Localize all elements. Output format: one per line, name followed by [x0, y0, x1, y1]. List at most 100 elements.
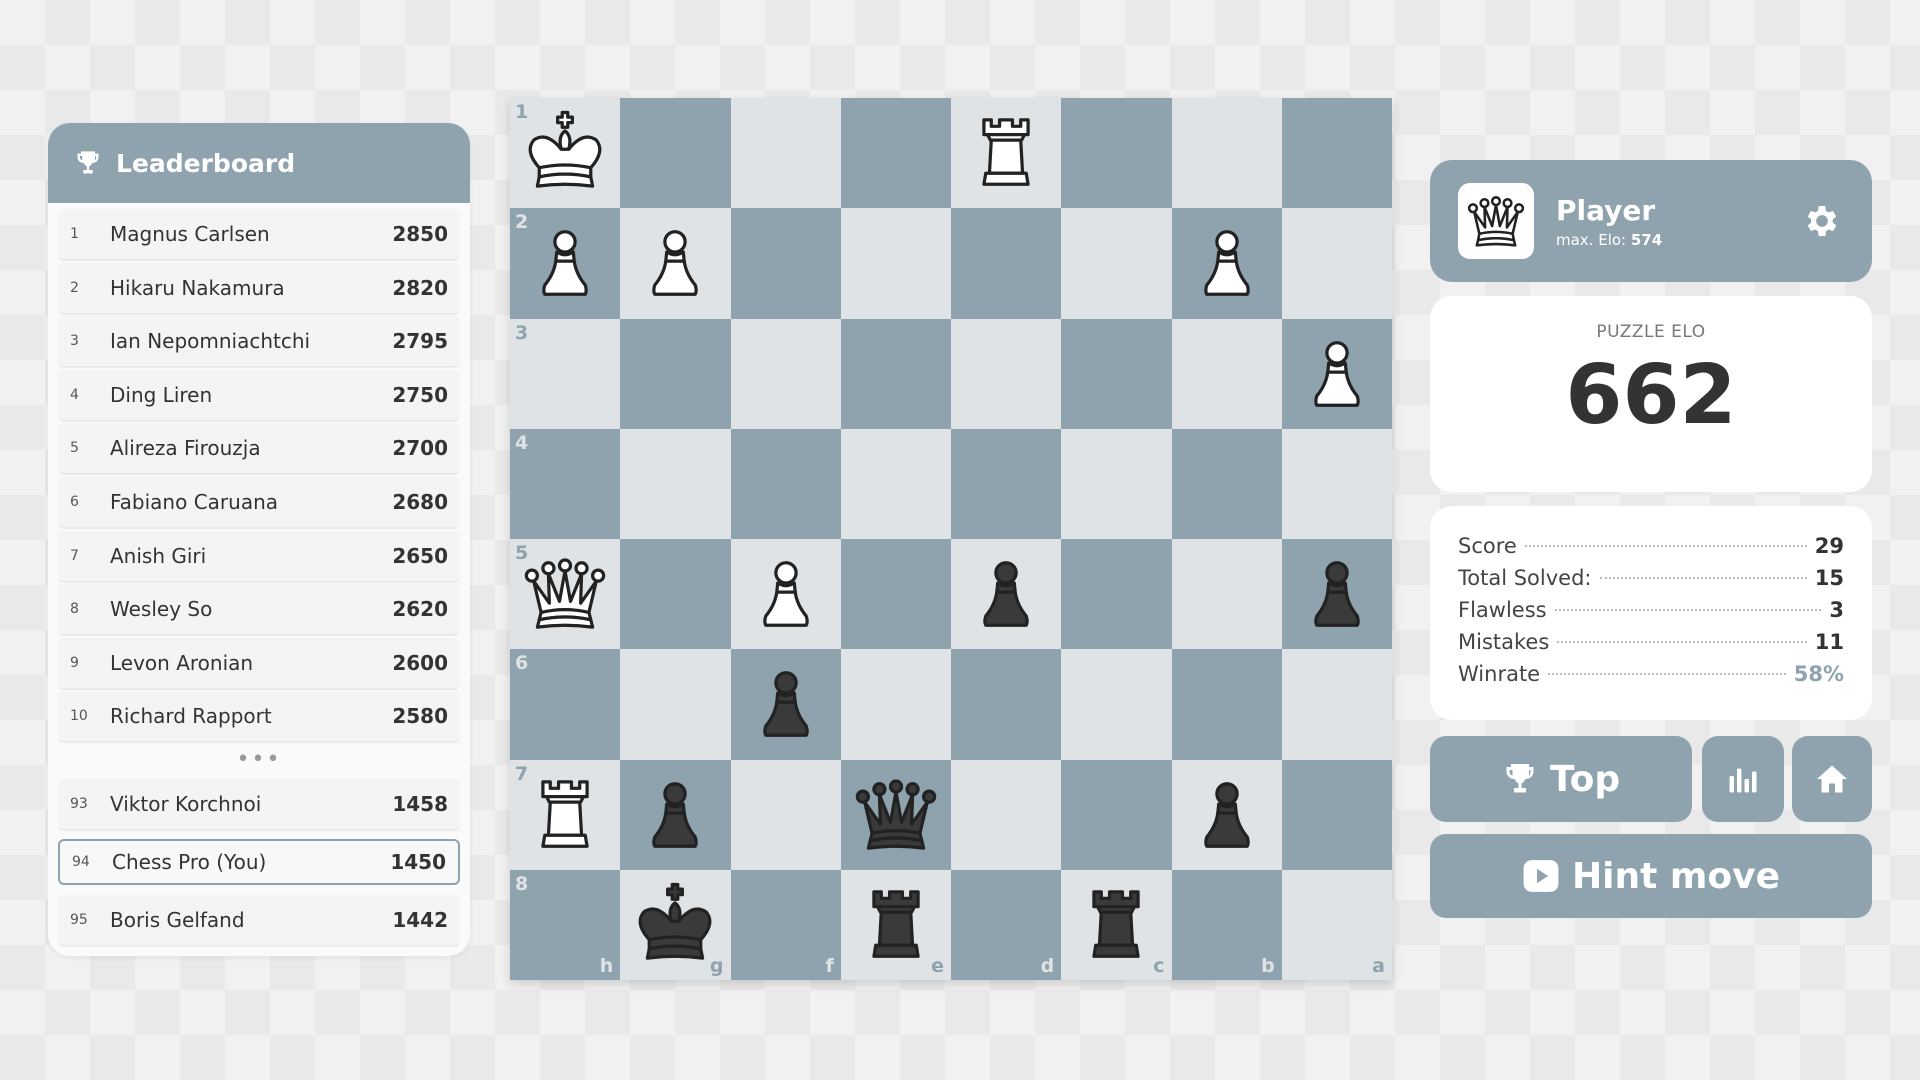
- board-square[interactable]: d: [951, 869, 1062, 980]
- leaderboard-row[interactable]: 6 Fabiano Caruana 2680: [58, 476, 460, 529]
- hint-move-button[interactable]: Hint move: [1430, 834, 1872, 918]
- leaderboard-row[interactable]: 5 Alireza Firouzja 2700: [58, 423, 460, 476]
- board-square[interactable]: 3: [510, 318, 621, 429]
- board-square[interactable]: 8h: [510, 869, 621, 980]
- board-square[interactable]: [1171, 759, 1282, 870]
- board-square[interactable]: [1281, 98, 1392, 209]
- board-square[interactable]: [620, 759, 731, 870]
- board-square[interactable]: [1281, 539, 1392, 650]
- board-square[interactable]: [1061, 539, 1172, 650]
- board-square[interactable]: [730, 428, 841, 539]
- white-pawn-icon[interactable]: [629, 217, 721, 309]
- board-square[interactable]: [840, 649, 951, 760]
- board-square[interactable]: c: [1061, 869, 1172, 980]
- leaderboard-row[interactable]: 1 Magnus Carlsen 2850: [58, 209, 460, 261]
- board-square[interactable]: [620, 649, 731, 760]
- leaderboard-row-you[interactable]: 94 Chess Pro (You) 1450: [58, 838, 460, 885]
- gear-icon[interactable]: [1802, 201, 1842, 241]
- chess-board[interactable]: 1 2 3 45 6 7 8 h g f e d c b a: [510, 98, 1392, 980]
- board-square[interactable]: [951, 649, 1062, 760]
- white-rook-icon[interactable]: [960, 107, 1052, 199]
- board-square[interactable]: [1171, 539, 1282, 650]
- white-rook-icon[interactable]: [519, 769, 611, 861]
- board-square[interactable]: [1061, 98, 1172, 209]
- board-square[interactable]: [620, 318, 731, 429]
- board-square[interactable]: [1281, 649, 1392, 760]
- board-square[interactable]: [951, 318, 1062, 429]
- leaderboard-row[interactable]: 10 Richard Rapport 2580: [58, 691, 460, 744]
- home-button[interactable]: [1792, 736, 1872, 822]
- board-square[interactable]: [840, 759, 951, 870]
- board-square[interactable]: [1171, 98, 1282, 209]
- board-square[interactable]: [951, 539, 1062, 650]
- board-square[interactable]: [620, 428, 731, 539]
- top-button[interactable]: Top: [1430, 736, 1692, 822]
- board-square[interactable]: [730, 759, 841, 870]
- board-square[interactable]: [1061, 208, 1172, 319]
- board-square[interactable]: [840, 428, 951, 539]
- leaderboard-row[interactable]: 2 Hikaru Nakamura 2820: [58, 262, 460, 315]
- board-square[interactable]: [730, 318, 841, 429]
- board-square[interactable]: [1171, 649, 1282, 760]
- board-square[interactable]: [1061, 759, 1172, 870]
- board-square[interactable]: [840, 539, 951, 650]
- board-square[interactable]: [620, 98, 731, 209]
- black-queen-icon[interactable]: [850, 769, 942, 861]
- board-square[interactable]: [951, 98, 1062, 209]
- board-square[interactable]: 4: [510, 428, 621, 539]
- board-square[interactable]: [840, 98, 951, 209]
- board-square[interactable]: [1061, 649, 1172, 760]
- board-square[interactable]: 2: [510, 208, 621, 319]
- black-pawn-icon[interactable]: [960, 548, 1052, 640]
- black-pawn-icon[interactable]: [629, 769, 721, 861]
- board-square[interactable]: [951, 428, 1062, 539]
- leaderboard-row[interactable]: 7 Anish Giri 2650: [58, 530, 460, 583]
- leaderboard-row[interactable]: 95 Boris Gelfand 1442: [58, 894, 460, 947]
- board-square[interactable]: g: [620, 869, 731, 980]
- black-king-icon[interactable]: [629, 879, 721, 971]
- white-pawn-icon[interactable]: [1291, 328, 1383, 420]
- board-square[interactable]: [620, 208, 731, 319]
- white-pawn-icon[interactable]: [519, 217, 611, 309]
- board-square[interactable]: f: [730, 869, 841, 980]
- white-pawn-icon[interactable]: [1181, 217, 1273, 309]
- black-pawn-icon[interactable]: [740, 658, 832, 750]
- board-square[interactable]: [1171, 208, 1282, 319]
- white-pawn-icon[interactable]: [740, 548, 832, 640]
- board-square[interactable]: e: [840, 869, 951, 980]
- black-rook-icon[interactable]: [1070, 879, 1162, 971]
- black-pawn-icon[interactable]: [1181, 769, 1273, 861]
- board-square[interactable]: [1171, 318, 1282, 429]
- black-rook-icon[interactable]: [850, 879, 942, 971]
- leaderboard-row[interactable]: 3 Ian Nepomniachtchi 2795: [58, 316, 460, 369]
- leaderboard-row[interactable]: 9 Levon Aronian 2600: [58, 637, 460, 690]
- board-square[interactable]: [840, 208, 951, 319]
- board-square[interactable]: 6: [510, 649, 621, 760]
- stats-button[interactable]: [1702, 736, 1784, 822]
- board-square[interactable]: [1281, 759, 1392, 870]
- board-square[interactable]: [730, 208, 841, 319]
- board-square[interactable]: [1281, 318, 1392, 429]
- board-square[interactable]: [1061, 428, 1172, 539]
- board-square[interactable]: [730, 98, 841, 209]
- board-square[interactable]: 7: [510, 759, 621, 870]
- board-square[interactable]: [1171, 428, 1282, 539]
- leaderboard-row[interactable]: 8 Wesley So 2620: [58, 584, 460, 637]
- board-square[interactable]: [1281, 208, 1392, 319]
- board-square[interactable]: [1281, 428, 1392, 539]
- board-square[interactable]: [730, 539, 841, 650]
- board-square[interactable]: [730, 649, 841, 760]
- leaderboard-row[interactable]: 93 Viktor Korchnoi 1458: [58, 778, 460, 831]
- board-square[interactable]: a: [1281, 869, 1392, 980]
- board-square[interactable]: b: [1171, 869, 1282, 980]
- leaderboard-row[interactable]: 4 Ding Liren 2750: [58, 369, 460, 422]
- board-square[interactable]: [620, 539, 731, 650]
- board-square[interactable]: [840, 318, 951, 429]
- board-square[interactable]: 1: [510, 98, 621, 209]
- black-pawn-icon[interactable]: [1291, 548, 1383, 640]
- board-square[interactable]: [951, 759, 1062, 870]
- white-king-icon[interactable]: [519, 107, 611, 199]
- board-square[interactable]: [1061, 318, 1172, 429]
- board-square[interactable]: [951, 208, 1062, 319]
- white-queen-icon[interactable]: [519, 548, 611, 640]
